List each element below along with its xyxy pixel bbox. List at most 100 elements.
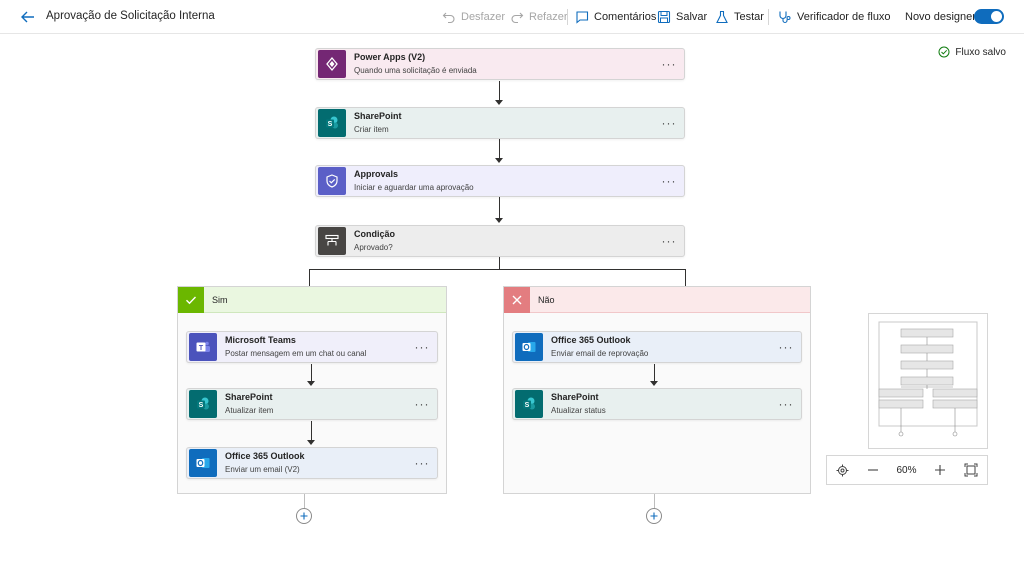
- step-condition[interactable]: Condição Aprovado? ···: [315, 225, 685, 257]
- connector-arrow: [307, 381, 315, 386]
- connector-arrow: [495, 100, 503, 105]
- test-label: Testar: [734, 11, 764, 23]
- undo-icon: [442, 12, 455, 24]
- minimap[interactable]: [868, 313, 988, 449]
- step-action: Enviar email de reprovação: [551, 349, 649, 358]
- step-name: Office 365 Outlook: [225, 451, 305, 461]
- more-options-button[interactable]: ···: [654, 116, 684, 130]
- step-action: Criar item: [354, 125, 389, 134]
- more-options-button[interactable]: ···: [407, 340, 437, 354]
- more-options-button[interactable]: ···: [771, 340, 801, 354]
- svg-text:S: S: [199, 402, 204, 409]
- connector-line: [311, 421, 312, 441]
- zoom-out-button[interactable]: [867, 464, 879, 476]
- test-button[interactable]: Testar: [715, 8, 764, 26]
- svg-text:S: S: [328, 121, 333, 128]
- connector-arrow: [307, 440, 315, 445]
- step-name: Office 365 Outlook: [551, 335, 631, 345]
- approvals-icon: [318, 167, 346, 195]
- step-action: Enviar um email (V2): [225, 465, 300, 474]
- check-icon: [178, 286, 204, 313]
- toolbar-divider: [768, 9, 769, 25]
- plus-icon: [300, 512, 308, 520]
- save-label: Salvar: [676, 11, 708, 23]
- fit-screen-icon: [964, 463, 978, 477]
- toggle-knob: [991, 11, 1002, 22]
- flow-checker-button[interactable]: Verificador de fluxo: [778, 8, 891, 26]
- zoom-controls: 60%: [826, 455, 988, 485]
- step-sharepoint-update-item[interactable]: S SharePoint Atualizar item ···: [186, 388, 438, 420]
- flow-checker-label: Verificador de fluxo: [797, 11, 891, 23]
- step-action: Aprovado?: [354, 243, 393, 252]
- more-options-button[interactable]: ···: [407, 397, 437, 411]
- add-step-button[interactable]: [646, 508, 662, 524]
- branch-no-header[interactable]: Não: [504, 286, 810, 313]
- more-options-button[interactable]: ···: [654, 234, 684, 248]
- undo-button[interactable]: Desfazer: [442, 8, 505, 26]
- outlook-icon: [189, 449, 217, 477]
- flow-designer: Aprovação de Solicitação Interna Desfaze…: [0, 0, 1024, 565]
- connector-arrow: [495, 158, 503, 163]
- save-button[interactable]: Salvar: [657, 8, 707, 26]
- svg-text:T: T: [199, 345, 204, 352]
- step-sharepoint-update-status[interactable]: S SharePoint Atualizar status ···: [512, 388, 802, 420]
- condition-icon: [318, 227, 346, 255]
- minus-icon: [867, 469, 878, 471]
- svg-text:S: S: [525, 402, 530, 409]
- stethoscope-icon: [779, 11, 791, 24]
- connector-line: [304, 494, 305, 509]
- branch-split-line: [309, 269, 685, 270]
- step-name: SharePoint: [354, 111, 402, 121]
- branch-yes-label: Sim: [212, 294, 228, 305]
- step-approvals[interactable]: Approvals Iniciar e aguardar uma aprovaç…: [315, 165, 685, 197]
- connector-arrow: [495, 218, 503, 223]
- outlook-icon: [515, 333, 543, 361]
- connector-line: [654, 494, 655, 509]
- check-circle-icon: [938, 46, 950, 58]
- step-action: Atualizar status: [551, 406, 606, 415]
- more-options-button[interactable]: ···: [654, 174, 684, 188]
- connector-line: [499, 257, 500, 269]
- step-outlook-send-email[interactable]: Office 365 Outlook Enviar um email (V2) …: [186, 447, 438, 479]
- branch-yes-header[interactable]: Sim: [178, 286, 446, 313]
- comments-button[interactable]: Comentários: [575, 8, 656, 26]
- save-status-text: Fluxo salvo: [955, 46, 1006, 58]
- redo-label: Refazer: [529, 11, 568, 23]
- zoom-level: 60%: [896, 464, 917, 476]
- more-options-button[interactable]: ···: [407, 456, 437, 470]
- step-action: Iniciar e aguardar uma aprovação: [354, 183, 474, 192]
- redo-button[interactable]: Refazer: [510, 8, 568, 26]
- step-name: Power Apps (V2): [354, 52, 426, 62]
- zoom-in-button[interactable]: [934, 464, 946, 476]
- connector-line: [499, 81, 500, 102]
- step-action: Atualizar item: [225, 406, 274, 415]
- more-options-button[interactable]: ···: [771, 397, 801, 411]
- close-icon: [504, 286, 530, 313]
- step-action: Postar mensagem em um chat ou canal: [225, 349, 367, 358]
- sharepoint-icon: S: [515, 390, 543, 418]
- sharepoint-icon: S: [318, 109, 346, 137]
- step-teams[interactable]: T Microsoft Teams Postar mensagem em um …: [186, 331, 438, 363]
- step-outlook-rejection-email[interactable]: Office 365 Outlook Enviar email de repro…: [512, 331, 802, 363]
- step-power-apps[interactable]: Power Apps (V2) Quando uma solicitação é…: [315, 48, 685, 80]
- save-status: Fluxo salvo: [938, 46, 1006, 58]
- plus-icon: [650, 512, 658, 520]
- redo-icon: [511, 12, 524, 24]
- fit-to-screen-button[interactable]: [964, 463, 978, 477]
- power-apps-icon: [318, 50, 346, 78]
- flow-title: Aprovação de Solicitação Interna: [46, 10, 215, 22]
- command-bar: Aprovação de Solicitação Interna Desfaze…: [0, 0, 1024, 34]
- save-icon: [657, 10, 671, 24]
- fit-view-button[interactable]: [836, 464, 849, 477]
- step-sharepoint-create[interactable]: S SharePoint Criar item ···: [315, 107, 685, 139]
- add-step-button[interactable]: [296, 508, 312, 524]
- undo-label: Desfazer: [461, 11, 506, 23]
- back-arrow-icon[interactable]: [18, 7, 38, 27]
- comment-icon: [576, 11, 589, 24]
- more-options-button[interactable]: ···: [654, 57, 684, 71]
- comments-label: Comentários: [594, 11, 657, 23]
- plus-icon: [935, 465, 946, 475]
- new-designer-toggle[interactable]: [974, 9, 1004, 24]
- connector-line: [499, 197, 500, 220]
- new-designer-label: Novo designer: [905, 11, 976, 23]
